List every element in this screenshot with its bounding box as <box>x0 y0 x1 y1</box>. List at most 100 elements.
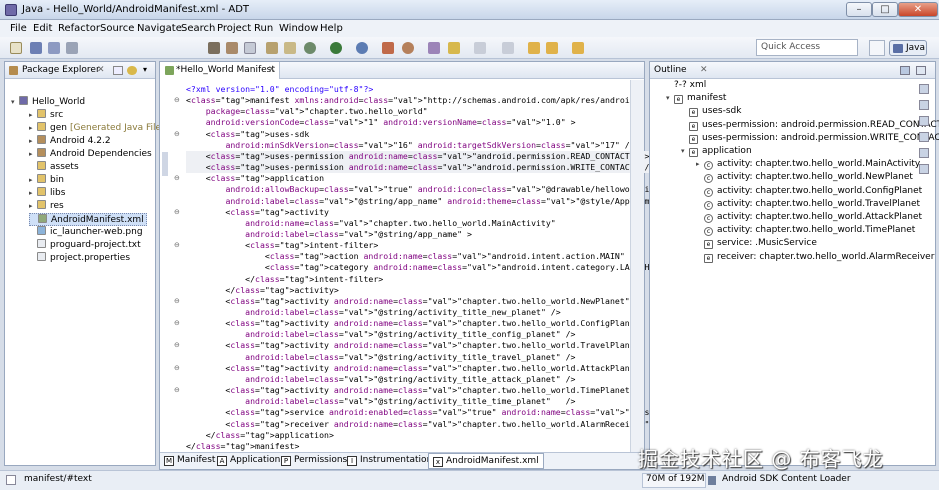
maximize-view-icon[interactable] <box>916 66 926 75</box>
xml-source-editor[interactable]: <?xml version="1.0" encoding="utf-8"?> <c… <box>160 80 714 452</box>
package-explorer-item[interactable]: AndroidManifest.xml <box>29 213 147 226</box>
outline-menu-icon[interactable] <box>919 164 929 174</box>
code-line[interactable]: <class="tag">activity android:name=class… <box>186 363 644 374</box>
outline-item[interactable]: c activity: chapter.two.hello_world.Trave… <box>696 199 920 212</box>
outline-sort-icon[interactable] <box>919 84 929 94</box>
java-perspective-button[interactable]: Java <box>889 40 927 56</box>
code-line[interactable]: android:label=class="val">"@string/activ… <box>186 374 575 385</box>
new-icon[interactable] <box>10 42 22 54</box>
menu-run[interactable]: Run <box>254 23 273 34</box>
debug-icon[interactable] <box>304 42 316 54</box>
code-line[interactable]: </class="tag">activity> <box>186 285 338 296</box>
outline-item[interactable]: e uses-permission: android.permission.REA… <box>681 120 939 133</box>
outline-filter-icon[interactable] <box>919 132 929 142</box>
collapse-all-icon[interactable] <box>113 66 123 75</box>
outline-item[interactable]: ▸ c activity: chapter.two.hello_world.Main… <box>696 159 920 172</box>
code-line[interactable]: <class="tag">uses-permission android:nam… <box>186 162 655 174</box>
outline-expand-icon[interactable] <box>919 100 929 110</box>
tab-androidmanifest-xml[interactable]: x AndroidManifest.xml <box>428 453 544 469</box>
package-explorer-item[interactable]: ▸ Android Dependencies <box>29 148 152 161</box>
code-line[interactable]: <class="tag">activity android:name=class… <box>186 318 644 329</box>
new-java-class-icon[interactable] <box>402 42 414 54</box>
close-button[interactable]: ✕ <box>898 2 938 17</box>
tab-application[interactable]: A Application <box>217 455 280 468</box>
fold-toggle-icon[interactable]: ⊖ <box>174 174 180 182</box>
package-explorer-item[interactable]: proguard-project.txt <box>29 239 141 252</box>
code-line[interactable]: android:allowBackup=class="val">"true" a… <box>186 184 669 195</box>
garbage-collect-icon[interactable] <box>708 476 716 485</box>
package-explorer-item[interactable]: ▸ libs <box>29 187 65 200</box>
outline-item[interactable]: c activity: chapter.two.hello_world.Confi… <box>696 186 922 199</box>
package-explorer-item[interactable]: ▾ Hello_World <box>11 96 85 109</box>
last-edit-location-icon[interactable] <box>528 42 540 54</box>
code-line[interactable]: android:label=class="val">"@string/activ… <box>186 329 575 340</box>
code-line[interactable]: <class="tag">activity <box>186 207 329 218</box>
tab-manifest[interactable]: M Manifest <box>164 455 215 468</box>
menu-project[interactable]: Project <box>217 23 251 34</box>
code-line[interactable]: <class="tag">application <box>186 173 324 184</box>
new-java-package-icon[interactable] <box>382 42 394 54</box>
collapsed-twisty-icon[interactable]: ▸ <box>29 124 37 132</box>
outline-item[interactable]: ▾ e application <box>681 146 752 159</box>
view-menu-icon[interactable]: ▾ <box>143 65 147 74</box>
fold-toggle-icon[interactable]: ⊖ <box>174 130 180 138</box>
menu-search[interactable]: Search <box>181 23 215 34</box>
menu-refactor[interactable]: Refactor <box>58 23 100 34</box>
outline-item[interactable]: c activity: chapter.two.hello_world.Attac… <box>696 212 922 225</box>
search-icon[interactable] <box>448 42 460 54</box>
outline-item[interactable]: ?-? xml <box>666 80 706 93</box>
new-android-project-icon[interactable] <box>266 42 278 54</box>
outline-item[interactable]: c activity: chapter.two.hello_world.NewPl… <box>696 172 913 185</box>
editor-vertical-scrollbar[interactable] <box>630 80 644 452</box>
package-explorer-item[interactable]: ▸ src <box>29 109 63 122</box>
fold-toggle-icon[interactable]: ⊖ <box>174 319 180 327</box>
package-explorer-title[interactable]: Package Explorer <box>22 65 100 75</box>
outline-title[interactable]: Outline <box>654 65 687 75</box>
collapsed-twisty-icon[interactable]: ▸ <box>29 111 37 119</box>
code-line[interactable]: android:label=class="val">"@string/app_n… <box>186 229 472 240</box>
new-xml-file-icon[interactable] <box>284 42 296 54</box>
fold-toggle-icon[interactable]: ⊖ <box>174 341 180 349</box>
collapsed-twisty-icon[interactable]: ▸ <box>29 202 37 210</box>
previous-annotation-icon[interactable] <box>502 42 514 54</box>
collapsed-twisty-icon[interactable]: ▸ <box>696 160 704 168</box>
collapsed-twisty-icon[interactable]: ▸ <box>29 137 37 145</box>
code-line[interactable]: <class="tag">activity android:name=class… <box>186 385 634 396</box>
print-icon[interactable] <box>66 42 78 54</box>
code-line[interactable]: <class="tag">uses-sdk <box>186 129 310 140</box>
code-line[interactable]: </class="tag">intent-filter> <box>186 274 383 285</box>
menu-source[interactable]: Source <box>100 23 134 34</box>
outline-item[interactable]: c activity: chapter.two.hello_world.TimeP… <box>696 225 915 238</box>
code-line[interactable]: <class="tag">intent-filter> <box>186 240 378 251</box>
menu-window[interactable]: Window <box>279 23 318 34</box>
code-line[interactable]: android:minSdkVersion=class="val">"16" a… <box>186 140 634 151</box>
save-icon[interactable] <box>30 42 42 54</box>
package-explorer-item[interactable]: project.properties <box>29 252 130 265</box>
next-annotation-icon[interactable] <box>474 42 486 54</box>
menu-file[interactable]: File <box>10 23 27 34</box>
fold-toggle-icon[interactable]: ⊖ <box>174 386 180 394</box>
code-line[interactable]: </class="tag">application> <box>186 430 334 441</box>
code-line[interactable]: android:label=class="val">"@string/app_n… <box>186 196 669 207</box>
code-line[interactable]: </class="tag">manifest> <box>186 441 299 452</box>
package-explorer-item[interactable]: ▸ gen [Generated Java Files] <box>29 122 169 135</box>
back-arrow-icon[interactable] <box>546 42 558 54</box>
android-sdk-manager-icon[interactable] <box>208 42 220 54</box>
code-line[interactable]: <?xml version="1.0" encoding="utf-8"?> <box>186 84 373 95</box>
collapsed-twisty-icon[interactable]: ▸ <box>29 176 37 184</box>
link-with-editor-icon[interactable] <box>127 66 137 75</box>
collapsed-twisty-icon[interactable]: ▸ <box>29 150 37 158</box>
package-explorer-close-icon[interactable]: ✕ <box>97 65 105 75</box>
editor-tab-title[interactable]: *Hello_World Manifest <box>176 65 275 75</box>
menu-edit[interactable]: Edit <box>33 23 52 34</box>
avd-manager-icon[interactable] <box>226 42 238 54</box>
package-explorer-item[interactable]: ▸ Android 4.2.2 <box>29 135 111 148</box>
code-line[interactable]: <class="tag">manifest xmlns:android=clas… <box>186 95 640 106</box>
code-line[interactable]: <class="tag">category android:name=class… <box>186 262 679 273</box>
package-explorer-item[interactable]: ▸ res <box>29 200 64 213</box>
outline-item[interactable]: e uses-sdk <box>681 106 741 119</box>
save-all-icon[interactable] <box>48 42 60 54</box>
code-line[interactable]: <class="tag">action android:name=class="… <box>186 251 640 262</box>
fold-toggle-icon[interactable]: ⊖ <box>174 208 180 216</box>
editor-tab-close-icon[interactable]: ✕ <box>268 65 276 75</box>
